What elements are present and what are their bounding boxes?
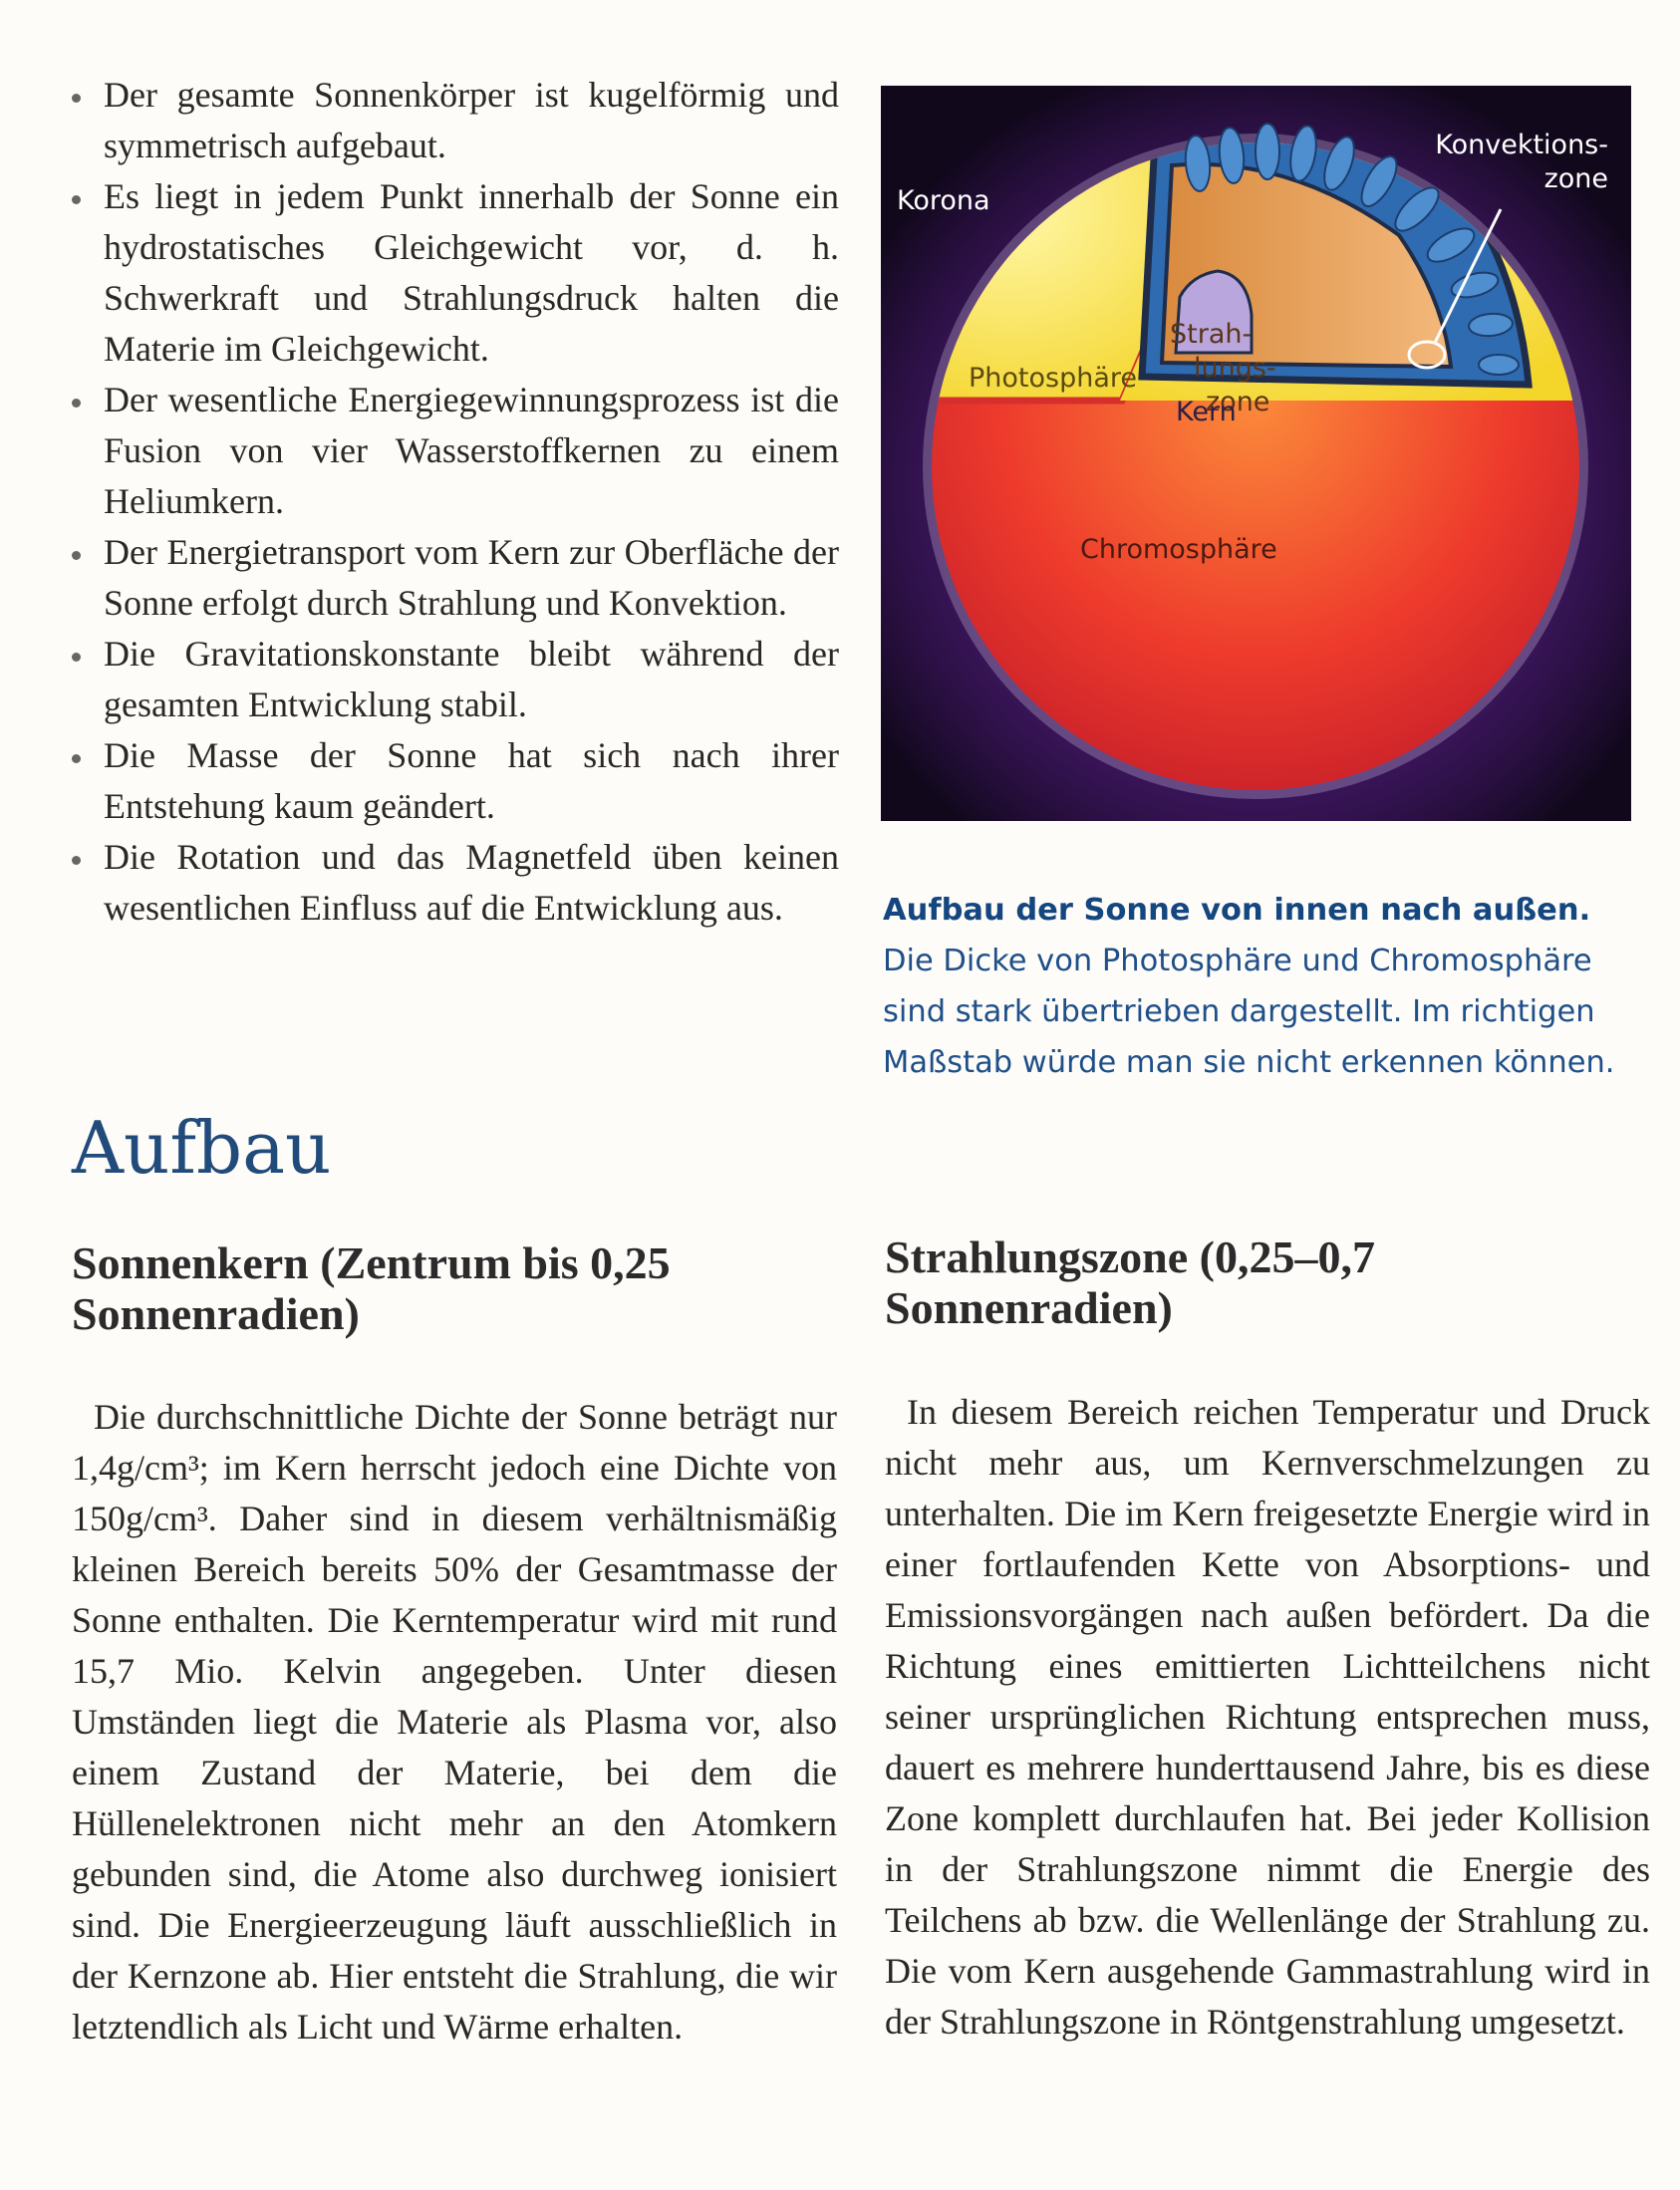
bullet-item: Die Gravitationskonstante bleibt während… [72,629,839,730]
label-kern: Kern [1176,397,1237,427]
bullet-item: Die Masse der Sonne hat sich nach ihrer … [72,730,839,832]
heading-strahlungszone: Strahlungszone (0,25–0,7 Sonnenradien) [885,1232,1375,1333]
label-konvektion-line2: zone [1544,163,1608,194]
figure-caption: Aufbau der Sonne von innen nach außen. D… [883,885,1650,1088]
bullet-item: Der wesentliche Energiegewinnungsprozess… [72,375,839,527]
label-konvektion-line1: Konvektions- [1435,130,1608,160]
bullet-item: Der gesamte Sonnenkörper ist kugelförmig… [72,70,839,171]
label-strahlung-line1: Strah- [1170,319,1252,350]
heading-sonnenkern: Sonnenkern (Zentrum bis 0,25 Sonnenradie… [72,1237,671,1339]
caption-bold: Aufbau der Sonne von innen nach außen. [883,893,1591,928]
bullet-item: Der Energietransport vom Kern zur Oberfl… [72,527,839,629]
bullet-list: Der gesamte Sonnenkörper ist kugelförmig… [72,70,839,934]
bullet-item: Es liegt in jedem Punkt innerhalb der So… [72,171,839,375]
paragraph-sonnenkern: Die durchschnittliche Dichte der Sonne b… [72,1397,837,2047]
label-photosphaere: Photosphäre [969,363,1137,394]
sun-diagram: Korona Konvektions- zone Strah- lungs- z… [881,86,1631,821]
label-korona: Korona [897,185,990,216]
label-chromosphaere: Chromosphäre [1080,534,1277,565]
caption-text: Die Dicke von Photosphäre und Chromosphä… [883,944,1615,1080]
paragraph-strahlungszone: In diesem Bereich reichen Temperatur und… [885,1392,1650,2042]
section-title: Aufbau [72,1106,332,1190]
bullet-item: Die Rotation und das Magnetfeld üben kei… [72,832,839,934]
label-strahlung-line2: lungs- [1194,353,1276,384]
sun-structure-figure: Korona Konvektions- zone Strah- lungs- z… [881,86,1631,821]
